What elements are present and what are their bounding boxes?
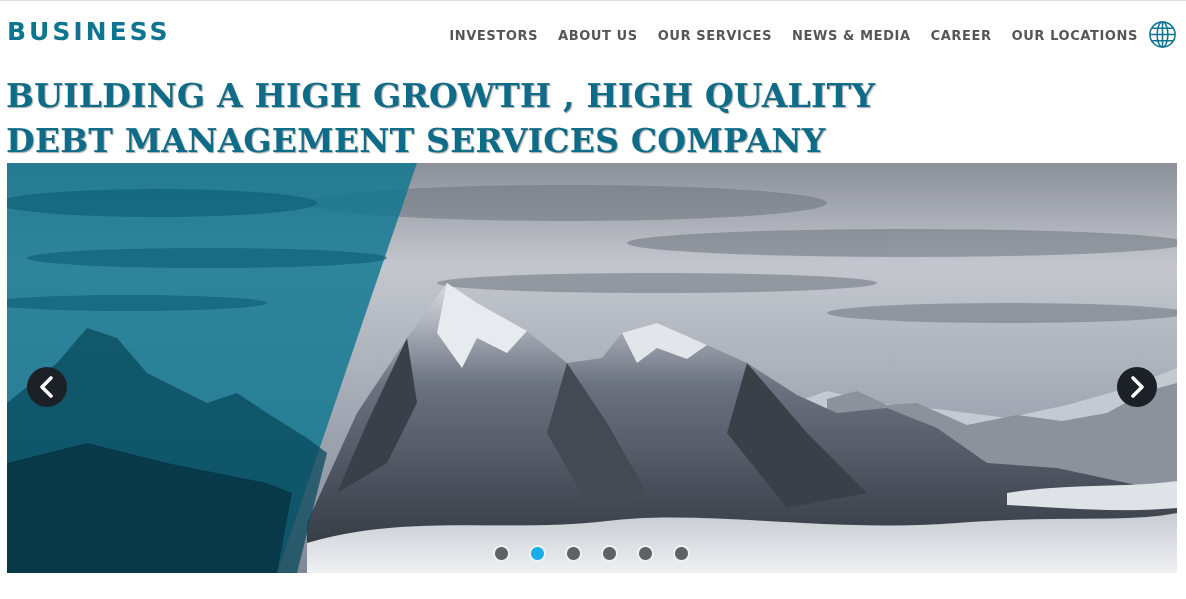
globe-icon[interactable] xyxy=(1148,20,1177,49)
brand-logo[interactable]: BUSINESS xyxy=(7,17,171,46)
mountain-slide-image xyxy=(7,163,1177,573)
slider-dot-3[interactable] xyxy=(565,545,582,562)
chevron-right-icon xyxy=(1131,376,1144,398)
slider-dot-6[interactable] xyxy=(673,545,690,562)
chevron-left-icon xyxy=(40,376,53,398)
slider-dot-1[interactable] xyxy=(493,545,510,562)
nav-our-locations[interactable]: OUR LOCATIONS xyxy=(1012,29,1138,44)
slider-next-button[interactable] xyxy=(1117,367,1157,407)
headline-line-2: DEBT MANAGEMENT SERVICES COMPANY xyxy=(6,121,826,160)
nav-about-us[interactable]: ABOUT US xyxy=(558,29,638,44)
slider-pagination xyxy=(493,545,690,562)
slider-dot-2[interactable] xyxy=(529,545,546,562)
main-nav: INVESTORS ABOUT US OUR SERVICES NEWS & M… xyxy=(429,29,1138,44)
nav-career[interactable]: CAREER xyxy=(931,29,992,44)
nav-investors[interactable]: INVESTORS xyxy=(449,29,538,44)
hero-slider[interactable] xyxy=(7,163,1177,573)
slider-dot-5[interactable] xyxy=(637,545,654,562)
headline-line-1: BUILDING A HIGH GROWTH , HIGH QUALITY xyxy=(6,76,876,115)
nav-news-media[interactable]: NEWS & MEDIA xyxy=(792,29,911,44)
slider-prev-button[interactable] xyxy=(27,367,67,407)
page-headline: BUILDING A HIGH GROWTH , HIGH QUALITY DE… xyxy=(6,73,875,163)
slider-dot-4[interactable] xyxy=(601,545,618,562)
nav-our-services[interactable]: OUR SERVICES xyxy=(658,29,772,44)
